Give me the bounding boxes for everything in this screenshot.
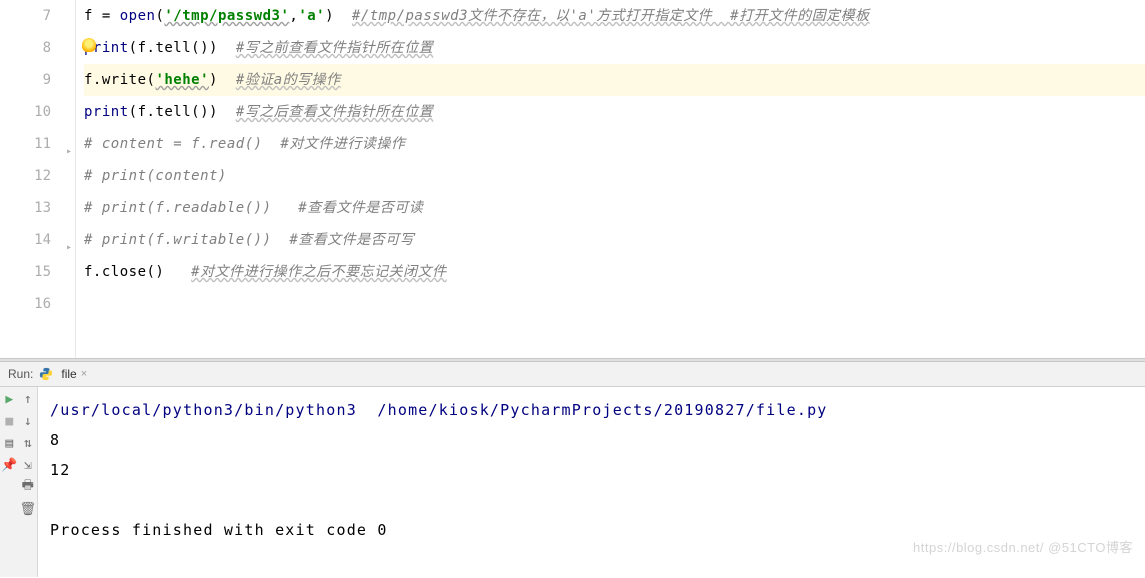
code-line-11[interactable]: ▸# content = f.read() #对文件进行读操作 xyxy=(84,128,1145,160)
console-line: 12 xyxy=(50,455,1133,485)
line-number: 10 xyxy=(0,96,51,128)
code-line-13[interactable]: # print(f.readable()) #查看文件是否可读 xyxy=(84,192,1145,224)
watermark: https://blog.csdn.net/ @51CTO博客 xyxy=(913,537,1133,556)
line-number: 15 xyxy=(0,256,51,288)
line-number: 8 xyxy=(0,32,51,64)
line-number: 12 xyxy=(0,160,51,192)
wrap-icon[interactable]: ⇅ xyxy=(20,435,36,451)
down-icon[interactable]: ↓ xyxy=(20,413,36,429)
trash-icon[interactable]: 🗑 xyxy=(20,501,36,517)
scroll-icon[interactable]: ⇲ xyxy=(20,457,36,473)
code-line-7[interactable]: f = open('/tmp/passwd3','a') #/tmp/passw… xyxy=(84,0,1145,32)
line-number: 16 xyxy=(0,288,51,320)
run-tab-label[interactable]: file xyxy=(61,367,76,381)
fold-icon[interactable]: ▸ xyxy=(66,136,78,148)
code-line-8[interactable]: print(f.tell()) #写之前查看文件指针所在位置 xyxy=(84,32,1145,64)
python-icon xyxy=(39,367,53,381)
up-icon[interactable]: ↑ xyxy=(20,391,36,407)
line-number: 9 xyxy=(0,64,51,96)
code-line-14[interactable]: ▸# print(f.writable()) #查看文件是否可写 xyxy=(84,224,1145,256)
console-line: 8 xyxy=(50,425,1133,455)
editor-pane: 7 8 9 10 11 12 13 14 15 16 f = open('/tm… xyxy=(0,0,1145,358)
line-number: 7 xyxy=(0,0,51,32)
run-label: Run: xyxy=(8,367,33,381)
stop-icon[interactable]: ■ xyxy=(1,413,17,429)
run-gutter: ▶ ■ ▤ 📌 ↑ ↓ ⇅ ⇲ 🖶 🗑 xyxy=(0,387,38,577)
code-line-12[interactable]: # print(content) xyxy=(84,160,1145,192)
fold-icon[interactable]: ▸ xyxy=(66,232,78,244)
line-number: 14 xyxy=(0,224,51,256)
bulb-icon[interactable] xyxy=(82,38,96,52)
code-line-15[interactable]: f.close() #对文件进行操作之后不要忘记关闭文件 xyxy=(84,256,1145,288)
line-number: 11 xyxy=(0,128,51,160)
console-command: /usr/local/python3/bin/python3 /home/kio… xyxy=(50,395,1133,425)
run-tool-header: Run: file × xyxy=(0,362,1145,387)
code-line-16[interactable] xyxy=(84,288,1145,320)
run-icon[interactable]: ▶ xyxy=(1,391,17,407)
code-area[interactable]: f = open('/tmp/passwd3','a') #/tmp/passw… xyxy=(76,0,1145,358)
line-gutter: 7 8 9 10 11 12 13 14 15 16 xyxy=(0,0,76,358)
code-line-9[interactable]: f.write('hehe') #验证a的写操作 xyxy=(84,64,1145,96)
line-number: 13 xyxy=(0,192,51,224)
console-blank xyxy=(50,485,1133,515)
print-icon[interactable]: 🖶 xyxy=(20,479,36,495)
pin-icon[interactable]: 📌 xyxy=(1,457,17,473)
layout-icon[interactable]: ▤ xyxy=(1,435,17,451)
close-icon[interactable]: × xyxy=(81,368,87,380)
code-line-10[interactable]: print(f.tell()) #写之后查看文件指针所在位置 xyxy=(84,96,1145,128)
